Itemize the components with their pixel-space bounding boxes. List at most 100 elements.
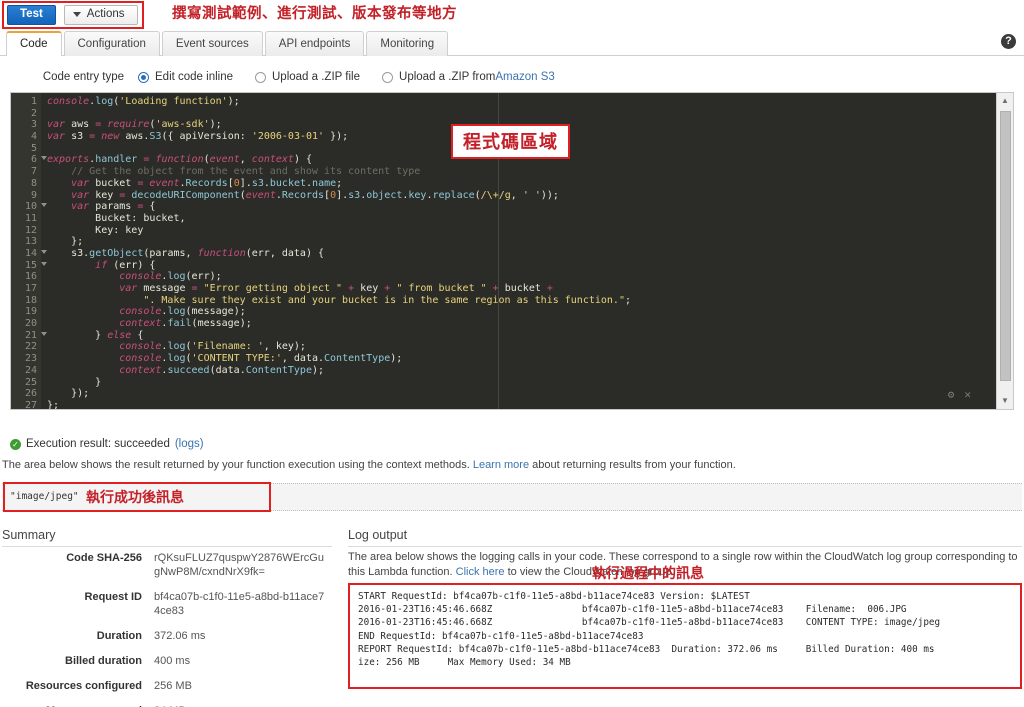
line-number: 27 (24, 399, 37, 409)
summary-value: 400 ms (154, 655, 191, 667)
code-line: console.log('Loading function'); (47, 96, 240, 107)
execution-result-status: ✓ Execution result: succeeded (logs) (10, 438, 204, 450)
editor-corner-icons: ⚙ ✕ (948, 389, 971, 401)
code-line: }; (47, 399, 60, 409)
radio-upload-zip-file[interactable]: Upload a .ZIP file (255, 71, 360, 83)
summary-title: Summary (2, 528, 56, 542)
scroll-up-icon[interactable]: ▲ (997, 93, 1013, 109)
amazon-s3-link[interactable]: Amazon S3 (495, 71, 554, 83)
radio-indicator-inline (138, 71, 149, 83)
radio-indicator-zip (255, 71, 266, 83)
code-line: console.log('CONTENT TYPE:', data.Conten… (119, 353, 403, 365)
line-number: 5 (30, 142, 37, 154)
code-line: var bucket = event.Records[0].s3.bucket.… (71, 177, 343, 189)
scrollbar-thumb[interactable] (1000, 111, 1011, 381)
code-line: Key: key (95, 224, 144, 236)
radio-label-zip: Upload a .ZIP file (272, 71, 361, 83)
top-action-bar: Test Actions 撰寫測試範例、進行測試、版本發布等地方 (0, 0, 1024, 29)
line-number: 20 (24, 318, 37, 330)
execution-result-description: The area below shows the result returned… (2, 459, 736, 471)
line-number: 19 (24, 306, 37, 318)
editor-line-numbers: 1 2 3 4 5 6 7 8 9 10 11 12 13 14 15 16 17 18 19 20 21 22 23 24 2… (11, 93, 47, 409)
line-number: 14 (11, 248, 47, 260)
summary-divider (2, 546, 332, 547)
log-output-title: Log output (348, 528, 408, 542)
annotation-result-text: 執行成功後訊息 (86, 489, 184, 505)
line-number: 24 (24, 364, 37, 376)
line-number: 18 (24, 294, 37, 306)
line-number: 1 (30, 96, 37, 107)
code-line: // Get the object from the event and sho… (71, 166, 421, 178)
code-entry-type-row: Code entry type Edit code inline Upload … (0, 66, 1024, 88)
editor-vertical-scrollbar[interactable]: ▲ ▼ (996, 93, 1013, 409)
line-number: 25 (24, 376, 37, 388)
exec-desc-pre: The area below shows the result returned… (2, 459, 473, 471)
radio-indicator-s3 (382, 71, 394, 83)
execution-result-text: Execution result: succeeded (26, 438, 170, 450)
summary-value: 256 MB (154, 680, 192, 692)
logs-link[interactable]: (logs) (175, 438, 204, 450)
summary-row-duration: Duration 372.06 ms (2, 629, 338, 643)
actions-dropdown-label: Actions (86, 8, 125, 20)
radio-label-inline: Edit code inline (155, 71, 233, 83)
log-output-divider (348, 546, 1022, 547)
log-output-box[interactable]: START RequestId: bf4ca07b-c1f0-11e5-a8bd… (348, 583, 1022, 689)
action-group-highlight: Test Actions (2, 1, 144, 29)
code-line: console.log(message); (119, 306, 246, 318)
test-button[interactable]: Test (7, 5, 56, 25)
line-number: 3 (30, 119, 37, 131)
summary-value: rQKsuFLUZ7quspwY2876WErcGugNwP8M/cxndNrX… (154, 552, 324, 578)
tab-event-sources[interactable]: Event sources (161, 31, 263, 56)
code-line: s3.getObject(params, function(err, data)… (71, 247, 325, 259)
summary-label: Code SHA-256 (66, 552, 142, 564)
code-entry-type-label: Code entry type (42, 71, 124, 83)
code-line: } (47, 376, 102, 388)
learn-more-link[interactable]: Learn more (473, 459, 529, 471)
code-line: var key = decodeURIComponent(event.Recor… (71, 189, 559, 201)
execution-result-value: "image/jpeg" (10, 491, 79, 502)
gear-icon[interactable]: ⚙ (948, 389, 955, 401)
summary-label: Billed duration (65, 655, 142, 667)
line-number: 6 (11, 154, 47, 166)
tab-monitoring[interactable]: Monitoring (366, 31, 449, 56)
line-number: 11 (24, 212, 37, 224)
summary-row-resources-configured: Resources configured 256 MB (2, 679, 338, 693)
code-line: context.fail(message); (119, 318, 252, 330)
summary-row-code-sha: Code SHA-256 rQKsuFLUZ7quspwY2876WErcGug… (2, 551, 338, 579)
actions-dropdown-button[interactable]: Actions (63, 5, 138, 25)
lambda-console-page: Test Actions 撰寫測試範例、進行測試、版本發布等地方 Code Co… (0, 0, 1024, 707)
line-number: 8 (30, 177, 37, 189)
line-number: 13 (24, 236, 37, 248)
expand-icon[interactable]: ✕ (964, 389, 971, 401)
summary-row-request-id: Request ID bf4ca07b-c1f0-11e5-a8bd-b11ac… (2, 590, 338, 618)
help-icon[interactable]: ? (1001, 34, 1016, 49)
summary-label: Duration (96, 630, 142, 642)
code-line: var params = { (71, 201, 156, 213)
line-number: 16 (24, 271, 37, 283)
annotation-log-text: 執行過程中的訊息 (592, 565, 704, 581)
exec-desc-post: about returning results from your functi… (529, 459, 736, 471)
line-number: 7 (30, 166, 37, 178)
radio-upload-zip-s3[interactable]: Upload a .ZIP from Amazon S3 (382, 71, 555, 83)
tab-api-endpoints[interactable]: API endpoints (264, 31, 365, 56)
line-number: 26 (24, 388, 37, 400)
line-number: 17 (24, 283, 37, 294)
scroll-down-icon[interactable]: ▼ (997, 393, 1013, 409)
code-line: }; (47, 236, 84, 248)
code-line: }); (47, 388, 90, 400)
tab-configuration[interactable]: Configuration (63, 31, 160, 56)
line-number: 9 (30, 189, 37, 201)
summary-label: Request ID (84, 591, 142, 603)
line-number: 4 (30, 131, 37, 143)
summary-value: 372.06 ms (154, 630, 206, 642)
code-line: if (err) { (95, 259, 156, 271)
line-number: 21 (11, 330, 47, 342)
click-here-link[interactable]: Click here (456, 566, 505, 578)
annotation-toolbar: 撰寫測試範例、進行測試、版本發布等地方 (172, 6, 457, 22)
radio-edit-code-inline[interactable]: Edit code inline (138, 71, 233, 83)
log-output-text: START RequestId: bf4ca07b-c1f0-11e5-a8bd… (358, 591, 941, 669)
code-line: context.succeed(data.ContentType); (119, 364, 325, 376)
line-number: 12 (24, 224, 37, 236)
tab-code[interactable]: Code (6, 31, 62, 56)
